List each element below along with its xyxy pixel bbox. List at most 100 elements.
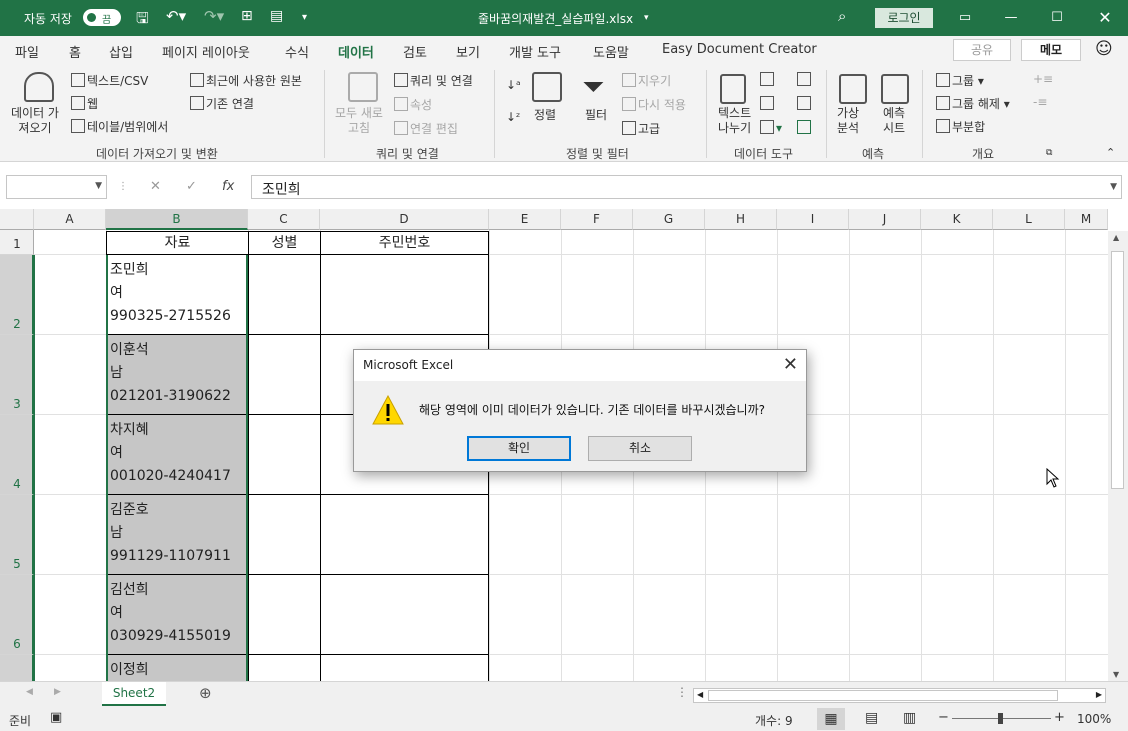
column-header[interactable]: D [320,209,489,230]
page-break-view-icon[interactable]: ▥ [903,710,916,726]
sort-ascending-icon[interactable]: ↓ᵃ [506,78,521,92]
ungroup-button[interactable]: 그룹 해제 ▾ [936,95,1010,112]
column-header[interactable]: K [921,209,993,230]
row-header[interactable]: 3 [0,335,34,415]
chevron-down-icon[interactable]: ▾ [644,13,649,23]
share-button[interactable]: 공유 [953,39,1011,61]
advanced-filter-button[interactable]: 고급 [622,120,660,137]
tab-file[interactable]: 파일 [15,42,39,61]
refresh-all-button[interactable]: 모두 새로 고침 [335,106,383,136]
queries-connections-button[interactable]: 쿼리 및 연결 [394,72,473,89]
row-header[interactable]: 5 [0,495,34,575]
get-data-button[interactable]: 데이터 가 져오기 [11,106,59,136]
enter-icon[interactable]: ✓ [186,179,197,194]
column-header[interactable]: E [489,209,561,230]
data-validation-icon[interactable]: ▾ [760,120,782,135]
zoom-slider-thumb[interactable] [998,713,1003,724]
form-icon[interactable]: ▤ [270,8,283,24]
maximize-icon[interactable]: ☐ [1034,0,1080,36]
autosave-toggle[interactable]: 끔 [83,9,121,26]
cancel-button[interactable]: 취소 [588,436,692,461]
sort-descending-icon[interactable]: ↓ᶻ [506,110,520,124]
save-icon[interactable]: 🖫 [136,8,149,33]
relationships-icon[interactable] [797,96,813,111]
tab-formulas[interactable]: 수식 [285,42,309,61]
column-header[interactable]: B [106,209,248,230]
close-icon[interactable]: ✕ [1082,0,1128,36]
flash-fill-icon[interactable] [760,72,776,87]
ok-button[interactable]: 확인 [467,436,571,461]
column-header[interactable]: F [561,209,633,230]
quick-access-customize-icon[interactable]: ▾ [302,12,307,23]
clear-filter-button[interactable]: 지우기 [622,72,671,89]
scroll-right-icon[interactable]: ▶ [1096,690,1102,699]
prev-sheet-icon[interactable]: ◀ [26,687,33,697]
tab-review[interactable]: 검토 [403,42,427,61]
feedback-smiley-icon[interactable]: ☺ [1095,39,1113,59]
tab-easy-document-creator[interactable]: Easy Document Creator [662,42,817,57]
sort-button[interactable]: 정렬 [534,106,556,123]
hide-detail-icon[interactable]: -≡ [1033,95,1047,109]
recent-sources-button[interactable]: 최근에 사용한 원본 [190,72,302,89]
tab-split-handle-icon[interactable]: ⋮ [676,685,688,699]
sheet-tab[interactable]: Sheet2 [102,682,166,706]
vertical-scrollbar[interactable]: ▲ ▼ [1108,231,1128,681]
name-box[interactable]: ▼ [6,175,107,199]
column-header[interactable]: G [633,209,705,230]
scrollbar-thumb[interactable] [1111,251,1124,489]
column-header[interactable]: L [993,209,1065,230]
cell-b2[interactable]: 조민희 여 990325-2715526 [106,259,231,328]
web-button[interactable]: 웹 [71,95,98,112]
scroll-down-icon[interactable]: ▼ [1113,670,1119,679]
tab-home[interactable]: 홈 [69,42,81,61]
outline-settings-icon[interactable]: ⧉ [1046,148,1052,158]
column-header[interactable]: J [849,209,921,230]
zoom-in-icon[interactable]: + [1054,710,1065,725]
tab-data[interactable]: 데이터 [338,42,374,66]
scroll-up-icon[interactable]: ▲ [1113,233,1119,242]
scrollbar-thumb[interactable] [708,690,1058,701]
cancel-icon[interactable]: ✕ [150,179,161,194]
row-header[interactable]: 1 [0,230,34,255]
cell-b5[interactable]: 김준호 남 991129-1107911 [106,499,231,568]
minimize-icon[interactable]: — [988,0,1034,36]
subtotal-button[interactable]: 부분합 [936,118,985,135]
scroll-left-icon[interactable]: ◀ [697,690,703,699]
what-if-button[interactable]: 가상 분석 [837,106,859,136]
cell-b7[interactable]: 이정희 [106,659,149,681]
new-sheet-icon[interactable]: ⊞ [241,8,253,24]
existing-connections-button[interactable]: 기존 연결 [190,95,254,112]
column-header[interactable]: H [705,209,777,230]
column-header[interactable]: A [34,209,106,230]
reapply-button[interactable]: 다시 적용 [622,96,686,113]
text-csv-button[interactable]: 텍스트/CSV [71,72,148,89]
tab-view[interactable]: 보기 [456,42,480,61]
login-button[interactable]: 로그인 [875,8,933,28]
cell-b6[interactable]: 김선희 여 030929-4155019 [106,579,231,648]
tab-help[interactable]: 도움말 [593,42,629,61]
collapse-ribbon-icon[interactable]: ⌃ [1106,146,1115,159]
text-to-columns-button[interactable]: 텍스트 나누기 [718,106,751,136]
zoom-out-icon[interactable]: − [938,710,949,725]
redo-icon[interactable]: ↷▾ [204,7,224,25]
select-all-corner[interactable] [0,209,34,230]
data-model-icon[interactable] [797,120,813,135]
add-sheet-icon[interactable]: ⊕ [199,684,212,702]
cell-b1[interactable]: 자료 [106,231,249,255]
column-header[interactable]: M [1065,209,1108,230]
cell-b4[interactable]: 차지혜 여 001020-4240417 [106,419,231,488]
formula-input[interactable]: 조민희 ▼ [251,175,1122,199]
row-header[interactable] [0,655,34,681]
group-button[interactable]: 그룹 ▾ [936,72,984,89]
memo-button[interactable]: 메모 [1021,39,1081,61]
insert-function-icon[interactable]: fx [222,179,234,194]
search-icon[interactable]: ⌕ [838,7,846,25]
tab-page-layout[interactable]: 페이지 레이아웃 [162,42,250,61]
forecast-sheet-button[interactable]: 예측 시트 [883,106,905,136]
tab-developer[interactable]: 개발 도구 [509,42,561,61]
row-header[interactable]: 4 [0,415,34,495]
normal-view-icon[interactable]: ▦ [817,708,845,730]
cell-c1[interactable]: 성별 [248,231,321,255]
filter-button[interactable]: 필터 [585,106,607,123]
remove-duplicates-icon[interactable] [760,96,776,111]
